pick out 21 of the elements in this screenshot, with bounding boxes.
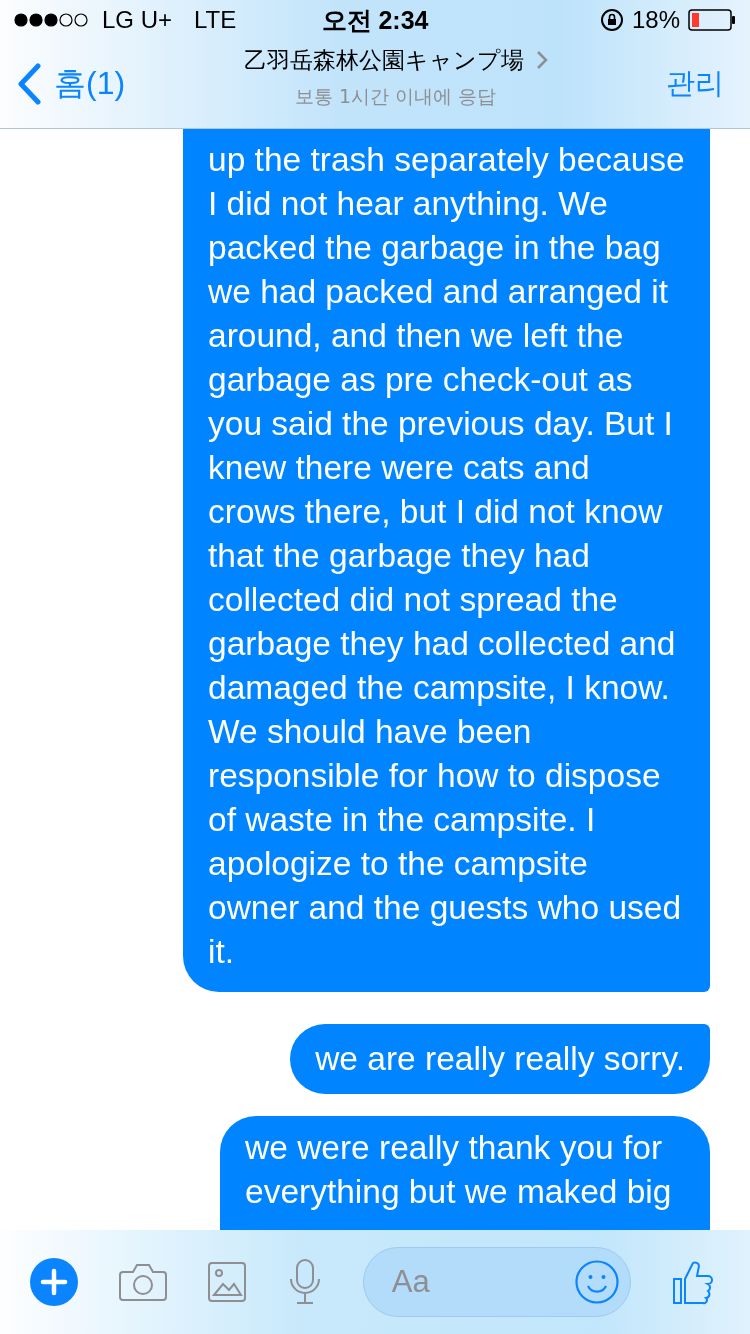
network-label: LTE xyxy=(194,6,237,34)
battery-percent: 18% xyxy=(631,6,680,34)
plus-icon[interactable] xyxy=(30,1258,78,1306)
image-icon[interactable] xyxy=(208,1262,247,1302)
camera-icon[interactable] xyxy=(119,1262,168,1302)
carrier-label: LG U+ xyxy=(102,6,173,34)
thumbs-up-icon[interactable] xyxy=(671,1259,714,1305)
battery-icon xyxy=(688,9,736,31)
microphone-icon[interactable] xyxy=(287,1259,322,1305)
message-bubble: up the trash separately because I did not hear anything. We packed the garbage in the bag we had packed and arranged it around, and then we left the garbage as pre check-out as you said the previous day. But I knew there were cats and crows there, but I did not know that the garbage they had collected did not spread the garbage they had collected and damaged the campsite, I know. We should have been responsible for how to dispose of waste in the campsite. I apologize to the campsite owner and the guests who used it. xyxy=(183,128,710,992)
back-button[interactable]: 홈(1) xyxy=(16,62,126,106)
response-time-subtitle: 보통 1시간 이내에 응답 xyxy=(294,83,497,109)
rotation-lock-icon xyxy=(599,8,624,32)
manage-button[interactable]: 관리 xyxy=(666,64,724,104)
status-time: 오전 2:34 xyxy=(321,4,429,36)
chevron-right-icon xyxy=(535,50,548,70)
back-chevron-icon xyxy=(16,63,42,105)
smiley-icon[interactable] xyxy=(574,1260,619,1304)
message-bubble: we are really really sorry. xyxy=(290,1024,710,1094)
conversation-title[interactable]: 乙羽岳森林公園キャンプ場 xyxy=(243,44,524,76)
message-input-field[interactable]: Aa xyxy=(362,1247,631,1317)
